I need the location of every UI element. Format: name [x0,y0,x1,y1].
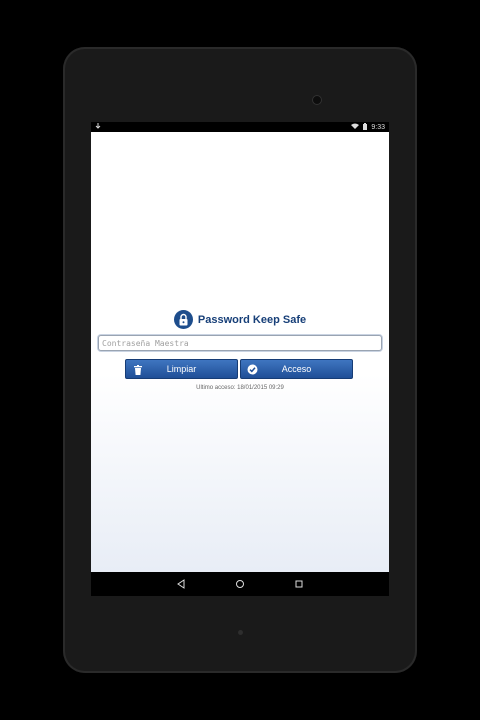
status-indicators: 9:33 [351,122,385,132]
clear-button[interactable]: Limpiar [125,359,238,379]
clock: 9:33 [371,123,385,131]
recents-icon[interactable] [292,577,306,591]
tablet-frame: 9:33 Password Keep Safe Limpiar Acceso U… [63,47,417,673]
last-access-text: Ultimo acceso: 18/01/2015 09:29 [196,385,284,391]
app-content: Password Keep Safe Limpiar Acceso Ultimo… [91,132,389,572]
device-speaker [238,630,243,635]
access-button[interactable]: Acceso [240,359,353,379]
back-icon[interactable] [174,577,188,591]
download-icon [95,122,101,132]
home-icon[interactable] [233,577,247,591]
check-circle-icon [247,364,258,375]
status-bar: 9:33 [91,122,389,132]
app-header: Password Keep Safe [91,310,389,329]
screen: 9:33 Password Keep Safe Limpiar Acceso U… [91,122,389,596]
battery-icon [363,122,368,132]
trash-icon [132,364,143,375]
navigation-bar [91,572,389,596]
wifi-icon [351,123,360,131]
master-password-input[interactable] [98,335,382,351]
lock-icon [173,310,193,329]
app-title: Password Keep Safe [197,313,307,326]
front-camera [312,95,322,105]
